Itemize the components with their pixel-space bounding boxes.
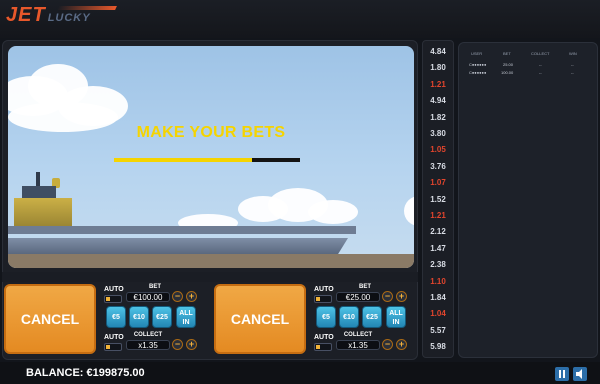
collect-increase-button[interactable]: + xyxy=(186,339,197,350)
pause-icon[interactable] xyxy=(555,367,569,381)
make-your-bets-text: MAKE YOUR BETS xyxy=(136,124,286,141)
collect-multiplier-field[interactable]: x1.35 xyxy=(126,340,170,350)
logo-lucky: LUCKY xyxy=(47,12,91,24)
multiplier-value: 3.80 xyxy=(430,129,446,138)
sea xyxy=(8,254,414,268)
chip-25[interactable]: €25 xyxy=(152,306,172,328)
bet-amount-field[interactable]: €100.00 xyxy=(126,292,170,302)
top-bar: JET LUCKY xyxy=(0,0,600,38)
multiplier-value: 3.76 xyxy=(430,161,446,171)
multiplier-value: 1.21 xyxy=(430,211,446,220)
game-scene: MAKE YOUR BETS xyxy=(8,46,414,268)
auto-collect-label: AUTO xyxy=(314,334,334,341)
multiplier-value: 1.52 xyxy=(430,194,446,204)
chip-all-in[interactable]: ALL IN xyxy=(176,306,196,328)
multiplier-value: 1.07 xyxy=(430,178,446,188)
bet-amount-field[interactable]: €25.00 xyxy=(336,292,380,302)
carrier-deck xyxy=(8,226,356,234)
players-table: USER BET COLLECT WIN C●●●●●● 25.00 -- --… xyxy=(458,42,598,358)
bet-decrease-button[interactable]: − xyxy=(382,291,393,302)
balance-label: BALANCE: xyxy=(26,367,84,379)
multiplier-value: 1.84 xyxy=(430,293,446,302)
collect-multiplier-field[interactable]: x1.35 xyxy=(336,340,380,350)
row-1-bet: 25.00 xyxy=(503,62,514,67)
all-in-line-2: IN xyxy=(392,319,400,326)
header-user: USER xyxy=(471,51,483,56)
row-1-user: C●●●●●● xyxy=(469,62,487,67)
chip-5[interactable]: €5 xyxy=(106,306,126,328)
bet-panel-2: CANCEL AUTO BET €25.00 − + €5 €10 €25 AL… xyxy=(214,284,418,356)
collect-label: COLLECT xyxy=(343,332,373,338)
auto-collect-toggle[interactable] xyxy=(314,343,332,351)
bet-increase-button[interactable]: + xyxy=(186,291,197,302)
multiplier-value: 2.12 xyxy=(430,227,446,237)
multiplier-value: 1.10 xyxy=(430,276,446,286)
chip-all-in[interactable]: ALL IN xyxy=(386,306,406,328)
multiplier-value: 2.38 xyxy=(430,260,446,270)
auto-bet-toggle[interactable] xyxy=(314,295,332,303)
chip-10[interactable]: €10 xyxy=(339,306,359,328)
chip-25[interactable]: €25 xyxy=(362,306,382,328)
row-1-win: -- xyxy=(571,62,574,67)
multiplier-value: 5.98 xyxy=(430,342,446,352)
bet-decrease-button[interactable]: − xyxy=(172,291,183,302)
collect-decrease-button[interactable]: − xyxy=(172,339,183,350)
all-in-line-1: ALL xyxy=(179,310,193,317)
balance: BALANCE: €199875.00 xyxy=(26,367,145,379)
row-1-collect: -- xyxy=(539,62,542,67)
auto-bet-label: AUTO xyxy=(314,286,334,293)
header-collect: COLLECT xyxy=(531,51,550,56)
row-2-bet: 100.00 xyxy=(501,70,514,75)
all-in-line-1: ALL xyxy=(389,310,403,317)
multiplier-value: 1.80 xyxy=(430,63,446,73)
row-2-user: C●●●●●● xyxy=(469,70,487,75)
multiplier-value: 1.47 xyxy=(430,243,446,253)
speaker-icon[interactable] xyxy=(573,367,587,381)
collect-label: COLLECT xyxy=(133,332,163,338)
header-win: WIN xyxy=(569,51,577,56)
bet-timer-bar xyxy=(114,158,300,162)
bet-label: BET xyxy=(149,284,161,290)
multiplier-history: 4.84 1.80 1.21 4.94 1.82 3.80 1.05 3.76 1.07 1.52… xyxy=(422,40,454,358)
row-2-collect: -- xyxy=(539,70,542,75)
auto-collect-toggle[interactable] xyxy=(104,343,122,351)
multiplier-value: 4.94 xyxy=(430,96,446,106)
multiplier-value: 5.57 xyxy=(430,325,446,335)
collect-increase-button[interactable]: + xyxy=(396,339,407,350)
cancel-button[interactable]: CANCEL xyxy=(4,284,96,354)
logo-trail xyxy=(57,6,117,10)
cancel-button[interactable]: CANCEL xyxy=(214,284,306,354)
collect-decrease-button[interactable]: − xyxy=(382,339,393,350)
chip-5[interactable]: €5 xyxy=(316,306,336,328)
cloud xyxy=(308,200,358,224)
header-bet: BET xyxy=(503,51,511,56)
chip-10[interactable]: €10 xyxy=(129,306,149,328)
auto-collect-label: AUTO xyxy=(104,334,124,341)
auto-bet-label: AUTO xyxy=(104,286,124,293)
multiplier-value: 1.04 xyxy=(430,309,446,319)
bet-timer-fill xyxy=(114,158,252,162)
multiplier-value: 1.82 xyxy=(430,112,446,122)
pilot-strip xyxy=(2,272,418,282)
multiplier-value: 1.05 xyxy=(430,145,446,155)
bet-label: BET xyxy=(359,284,371,290)
row-2-win: -- xyxy=(571,70,574,75)
bet-panel-1: CANCEL AUTO BET €100.00 − + €5 €10 €25 A… xyxy=(4,284,208,356)
all-in-line-2: IN xyxy=(182,319,190,326)
bet-increase-button[interactable]: + xyxy=(396,291,407,302)
multiplier-value: 1.21 xyxy=(430,79,446,89)
auto-bet-toggle[interactable] xyxy=(104,295,122,303)
cloud xyxy=(404,196,414,226)
bottom-bar: BALANCE: €199875.00 xyxy=(0,362,600,384)
balance-value: €199875.00 xyxy=(86,367,145,379)
logo-jet: JET xyxy=(6,4,46,26)
multiplier-value: 4.84 xyxy=(430,47,446,56)
